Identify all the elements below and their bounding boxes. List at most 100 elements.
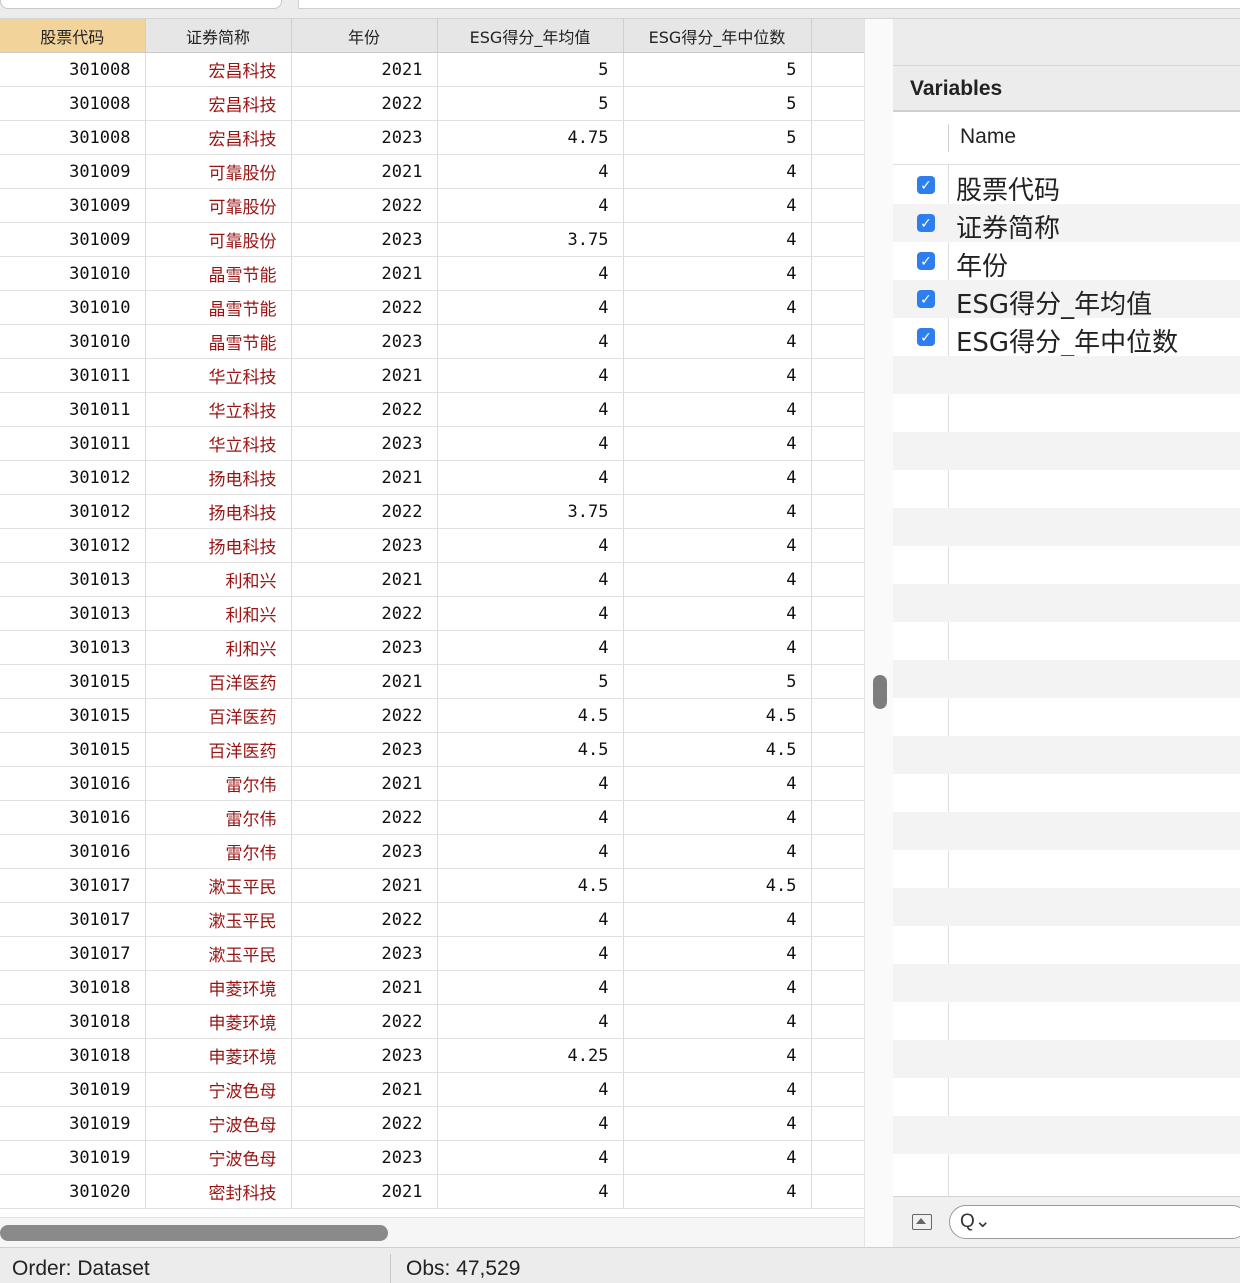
cell-stock-code[interactable]: 301016 (0, 834, 146, 869)
cell-security-name[interactable]: 扬电科技 (145, 460, 292, 495)
cell-stock-code[interactable]: 301010 (0, 324, 146, 359)
cell-stock-code[interactable]: 301015 (0, 664, 146, 699)
cell-esg-median[interactable]: 4 (623, 324, 812, 359)
cell-stock-code[interactable]: 301017 (0, 936, 146, 971)
cell-year[interactable]: 2021 (291, 52, 438, 87)
cell-esg-mean[interactable]: 4 (437, 596, 624, 631)
horizontal-scrollbar-thumb[interactable] (0, 1225, 388, 1241)
cell-year[interactable]: 2021 (291, 154, 438, 189)
cell-stock-code[interactable]: 301009 (0, 154, 146, 189)
cell-security-name[interactable]: 百洋医药 (145, 664, 292, 699)
table-row[interactable]: 301017 漱玉平民 2022 4 4 (0, 902, 864, 937)
data-grid[interactable]: 股票代码 证券简称 年份 ESG得分_年均值 ESG得分_年中位数 301008… (0, 19, 864, 1217)
cell-esg-median[interactable]: 4 (623, 1106, 812, 1141)
cell-stock-code[interactable]: 301011 (0, 358, 146, 393)
cell-security-name[interactable]: 晶雪节能 (145, 290, 292, 325)
cell-esg-median[interactable]: 4 (623, 800, 812, 835)
cell-esg-median[interactable]: 5 (623, 52, 812, 87)
cell-year[interactable]: 2021 (291, 1174, 438, 1209)
cell-esg-mean[interactable]: 4 (437, 290, 624, 325)
cell-security-name[interactable]: 利和兴 (145, 630, 292, 665)
name-column-header[interactable]: Name (960, 125, 1016, 149)
cell-esg-median[interactable]: 4.5 (623, 732, 812, 767)
cell-security-name[interactable]: 利和兴 (145, 562, 292, 597)
cell-esg-mean[interactable]: 4 (437, 256, 624, 291)
table-row[interactable]: 301016 雷尔伟 2022 4 4 (0, 800, 864, 835)
table-row[interactable]: 301012 扬电科技 2021 4 4 (0, 460, 864, 495)
cell-security-name[interactable]: 漱玉平民 (145, 936, 292, 971)
cell-esg-median[interactable]: 4.5 (623, 868, 812, 903)
checkbox-checked-icon[interactable]: ✓ (917, 214, 935, 232)
cell-stock-code[interactable]: 301012 (0, 494, 146, 529)
cell-esg-median[interactable]: 4 (623, 834, 812, 869)
table-row[interactable]: 301019 宁波色母 2022 4 4 (0, 1106, 864, 1141)
cell-security-name[interactable]: 宁波色母 (145, 1140, 292, 1175)
cell-esg-mean[interactable]: 4 (437, 800, 624, 835)
cell-esg-mean[interactable]: 4 (437, 630, 624, 665)
table-row[interactable]: 301018 申菱环境 2023 4.25 4 (0, 1038, 864, 1073)
cell-esg-mean[interactable]: 4 (437, 1140, 624, 1175)
cell-year[interactable]: 2023 (291, 732, 438, 767)
cell-security-name[interactable]: 雷尔伟 (145, 766, 292, 801)
column-header-security-name[interactable]: 证券简称 (145, 19, 292, 53)
image-icon[interactable] (912, 1214, 932, 1230)
table-row[interactable]: 301015 百洋医药 2023 4.5 4.5 (0, 732, 864, 767)
cell-esg-median[interactable]: 4 (623, 426, 812, 461)
cell-year[interactable]: 2023 (291, 222, 438, 257)
cell-security-name[interactable]: 晶雪节能 (145, 256, 292, 291)
cell-esg-median[interactable]: 4 (623, 1038, 812, 1073)
cell-esg-mean[interactable]: 4 (437, 1004, 624, 1039)
variable-row[interactable]: ✓ 证券简称 (893, 204, 1240, 244)
cell-stock-code[interactable]: 301017 (0, 902, 146, 937)
cell-year[interactable]: 2022 (291, 698, 438, 733)
cell-security-name[interactable]: 漱玉平民 (145, 902, 292, 937)
variable-row[interactable]: ✓ 年份 (893, 242, 1240, 282)
cell-esg-mean[interactable]: 4 (437, 1174, 624, 1209)
table-row[interactable]: 301011 华立科技 2021 4 4 (0, 358, 864, 393)
table-row[interactable]: 301016 雷尔伟 2023 4 4 (0, 834, 864, 869)
cell-esg-mean[interactable]: 4 (437, 1072, 624, 1107)
cell-esg-mean[interactable]: 4.75 (437, 120, 624, 155)
cell-esg-mean[interactable]: 4 (437, 1106, 624, 1141)
cell-stock-code[interactable]: 301018 (0, 1038, 146, 1073)
cell-stock-code[interactable]: 301013 (0, 630, 146, 665)
cell-year[interactable]: 2022 (291, 188, 438, 223)
cell-security-name[interactable]: 百洋医药 (145, 698, 292, 733)
cell-year[interactable]: 2021 (291, 460, 438, 495)
cell-stock-code[interactable]: 301009 (0, 188, 146, 223)
cell-security-name[interactable]: 雷尔伟 (145, 834, 292, 869)
cell-stock-code[interactable]: 301013 (0, 596, 146, 631)
cell-year[interactable]: 2023 (291, 630, 438, 665)
cell-security-name[interactable]: 可靠股份 (145, 188, 292, 223)
cell-stock-code[interactable]: 301008 (0, 120, 146, 155)
checkbox-checked-icon[interactable]: ✓ (917, 252, 935, 270)
cell-esg-mean[interactable]: 3.75 (437, 494, 624, 529)
cell-stock-code[interactable]: 301012 (0, 528, 146, 563)
cell-stock-code[interactable]: 301009 (0, 222, 146, 257)
table-row[interactable]: 301013 利和兴 2023 4 4 (0, 630, 864, 665)
cell-year[interactable]: 2023 (291, 834, 438, 869)
cell-esg-mean[interactable]: 4 (437, 970, 624, 1005)
cell-security-name[interactable]: 宁波色母 (145, 1106, 292, 1141)
table-row[interactable]: 301009 可靠股份 2023 3.75 4 (0, 222, 864, 257)
variable-row[interactable]: ✓ ESG得分_年中位数 (893, 318, 1240, 358)
cell-esg-mean[interactable]: 3.75 (437, 222, 624, 257)
cell-esg-mean[interactable]: 4 (437, 188, 624, 223)
table-row[interactable]: 301008 宏昌科技 2021 5 5 (0, 52, 864, 87)
cell-esg-median[interactable]: 4 (623, 1004, 812, 1039)
table-row[interactable]: 301016 雷尔伟 2021 4 4 (0, 766, 864, 801)
column-header-year[interactable]: 年份 (291, 19, 438, 53)
table-row[interactable]: 301015 百洋医药 2021 5 5 (0, 664, 864, 699)
cell-stock-code[interactable]: 301015 (0, 698, 146, 733)
cell-esg-median[interactable]: 4 (623, 358, 812, 393)
cell-security-name[interactable]: 华立科技 (145, 358, 292, 393)
cell-esg-median[interactable]: 4 (623, 1174, 812, 1209)
cell-stock-code[interactable]: 301016 (0, 800, 146, 835)
cell-esg-median[interactable]: 4 (623, 222, 812, 257)
cell-esg-mean[interactable]: 4.5 (437, 868, 624, 903)
cell-stock-code[interactable]: 301010 (0, 256, 146, 291)
cell-stock-code[interactable]: 301013 (0, 562, 146, 597)
cell-security-name[interactable]: 申菱环境 (145, 970, 292, 1005)
cell-year[interactable]: 2021 (291, 766, 438, 801)
cell-year[interactable]: 2022 (291, 494, 438, 529)
